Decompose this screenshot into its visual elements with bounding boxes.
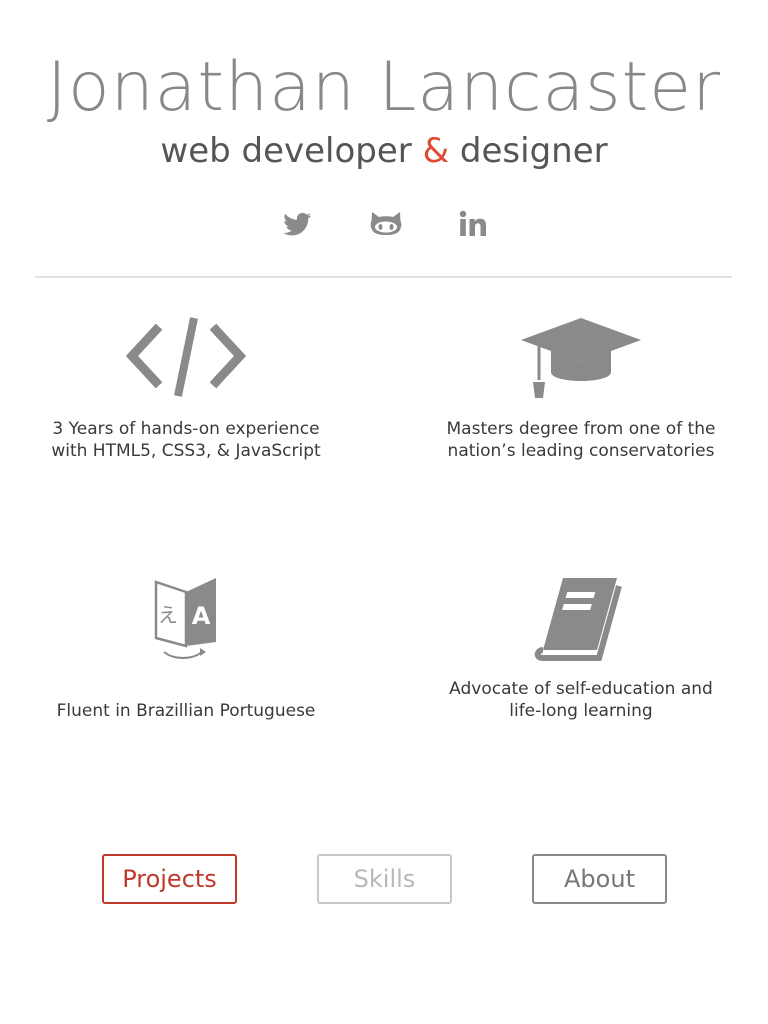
section-divider xyxy=(35,276,732,278)
svg-text:え: え xyxy=(158,603,178,627)
linkedin-link[interactable] xyxy=(453,204,493,244)
graduation-cap-icon xyxy=(521,318,641,398)
feature-icon-wrap xyxy=(411,310,751,410)
feature-icon-wrap xyxy=(411,572,751,672)
github-icon xyxy=(370,212,402,235)
tagline-role-1: web developer xyxy=(160,131,423,171)
feature-experience: 3 Years of hands-on experience with HTML… xyxy=(16,310,356,470)
feature-education: Masters degree from one of the nation’s … xyxy=(411,310,751,470)
code-icon xyxy=(126,317,246,397)
feature-text: Masters degree from one of the nation’s … xyxy=(446,419,716,461)
feature-icon-wrap: え A xyxy=(16,572,356,672)
translate-icon: え A xyxy=(154,578,216,659)
feature-language: え A Fluent in Brazillian Portuguese xyxy=(16,572,356,732)
feature-text: 3 Years of hands-on experience with HTML… xyxy=(51,419,321,461)
book-icon xyxy=(534,578,622,661)
social-links xyxy=(0,204,768,244)
feature-learning: Advocate of self-education and life-long… xyxy=(411,572,751,732)
page: Jonathan Lancaster web developer & desig… xyxy=(0,0,768,1024)
tagline: web developer & designer xyxy=(0,128,768,174)
feature-icon-wrap xyxy=(16,310,356,410)
linkedin-icon xyxy=(459,210,486,236)
twitter-icon xyxy=(283,212,311,236)
svg-text:A: A xyxy=(192,602,211,630)
projects-button[interactable]: Projects xyxy=(102,854,237,904)
twitter-link[interactable] xyxy=(277,204,317,244)
site-title: Jonathan Lancaster xyxy=(46,48,722,127)
github-link[interactable] xyxy=(366,204,406,244)
feature-text: Advocate of self-education and life-long… xyxy=(449,679,713,721)
feature-text: Fluent in Brazillian Portuguese xyxy=(56,701,316,721)
tagline-ampersand: & xyxy=(422,131,450,171)
skills-button[interactable]: Skills xyxy=(317,854,452,904)
about-button[interactable]: About xyxy=(532,854,667,904)
tagline-role-2: designer xyxy=(449,131,608,171)
